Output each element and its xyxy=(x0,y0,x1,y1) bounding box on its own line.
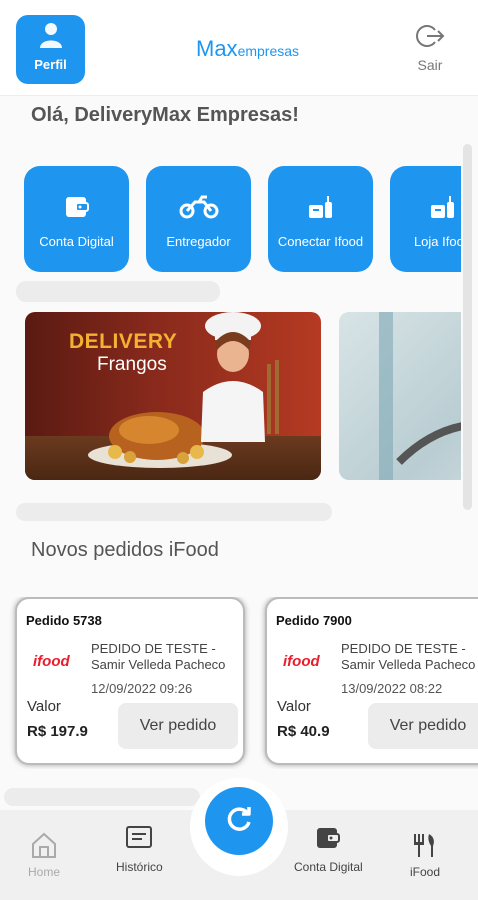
tap-icon xyxy=(379,312,461,480)
banner-carousel[interactable]: DELIVERY Frangos xyxy=(25,312,461,480)
nav-wallet[interactable]: Conta Digital xyxy=(294,825,363,874)
cutlery-icon xyxy=(411,832,439,861)
orders-section-title: Novos pedidos iFood xyxy=(31,539,219,561)
logout-label: Sair xyxy=(417,57,443,73)
banner-title: DELIVERY xyxy=(69,330,178,353)
refresh-button[interactable] xyxy=(205,787,273,855)
logout-icon xyxy=(415,22,445,55)
user-icon xyxy=(39,22,63,53)
order-card[interactable]: Pedido 5738 ifood PEDIDO DE TESTE - Sami… xyxy=(15,597,245,765)
order-amount: R$ 197.9 xyxy=(27,723,88,740)
wallet-icon xyxy=(64,190,90,224)
view-order-button[interactable]: Ver pedido xyxy=(118,703,238,749)
logo-main: Max xyxy=(196,36,238,61)
home-icon xyxy=(30,832,58,861)
nav-home-label: Home xyxy=(28,865,61,879)
quick-action-conta-digital[interactable]: Conta Digital xyxy=(24,166,129,272)
ifood-logo: ifood xyxy=(283,653,320,670)
order-customer-line1: PEDIDO DE TESTE - xyxy=(91,641,216,656)
order-customer-line2: Samir Velleda Pacheco xyxy=(341,657,476,672)
quick-action-label: Entregador xyxy=(166,233,231,249)
nav-home[interactable]: Home xyxy=(28,832,60,879)
placeholder-bar xyxy=(4,788,200,806)
profile-label: Perfil xyxy=(34,57,67,72)
order-customer: PEDIDO DE TESTE - Samir Velleda Pacheco xyxy=(91,641,225,673)
banner-secondary[interactable] xyxy=(339,312,461,480)
nav-ifood-label: iFood xyxy=(410,865,441,879)
banner-subtitle: Frangos xyxy=(97,354,167,375)
history-icon xyxy=(125,825,153,852)
app-logo: Max empresas xyxy=(196,36,299,62)
nav-history[interactable]: Histórico xyxy=(116,825,163,874)
order-customer: PEDIDO DE TESTE - Samir Velleda Pacheco xyxy=(341,641,475,673)
placeholder-bar xyxy=(16,503,332,521)
nav-history-label: Histórico xyxy=(116,860,163,874)
order-amount: R$ 40.9 xyxy=(277,723,330,740)
logo-sub: empresas xyxy=(237,43,300,59)
profile-button[interactable]: Perfil xyxy=(16,15,85,84)
ifood-logo: ifood xyxy=(33,653,70,670)
nav-wallet-label: Conta Digital xyxy=(294,860,363,874)
banner-delivery-frangos[interactable]: DELIVERY Frangos xyxy=(25,312,321,480)
scrollbar[interactable] xyxy=(463,144,472,510)
order-value-label: Valor xyxy=(27,698,61,715)
view-order-button[interactable]: Ver pedido xyxy=(368,703,478,749)
order-customer-line2: Samir Velleda Pacheco xyxy=(91,657,226,672)
nav-ifood[interactable]: iFood xyxy=(410,832,440,879)
orders-carousel[interactable]: Pedido 5738 ifood PEDIDO DE TESTE - Sami… xyxy=(9,597,478,769)
quick-action-loja-ifood[interactable]: Loja Ifood xyxy=(390,166,461,272)
quick-action-label: Conectar Ifood xyxy=(277,233,364,249)
order-date: 13/09/2022 08:22 xyxy=(341,681,443,696)
quick-action-label: Conta Digital xyxy=(39,233,114,249)
order-value-label: Valor xyxy=(277,698,311,715)
order-id: Pedido 5738 xyxy=(26,613,102,628)
quick-action-entregador[interactable]: Entregador xyxy=(146,166,251,272)
chef-icon xyxy=(201,312,279,442)
quick-actions: Conta Digital Entregador Conectar Ifood … xyxy=(24,166,461,272)
food-icon xyxy=(429,190,457,224)
order-date: 12/09/2022 09:26 xyxy=(91,681,193,696)
placeholder-bar xyxy=(16,281,220,302)
greeting-text: Olá, DeliveryMax Empresas! xyxy=(31,104,299,126)
order-id: Pedido 7900 xyxy=(276,613,352,628)
quick-action-conectar-ifood[interactable]: Conectar Ifood xyxy=(268,166,373,272)
refresh-icon xyxy=(222,802,256,841)
order-customer-line1: PEDIDO DE TESTE - xyxy=(341,641,466,656)
logout-button[interactable]: Sair xyxy=(410,22,450,73)
quick-action-label: Loja Ifood xyxy=(413,233,461,249)
food-icon xyxy=(307,190,335,224)
wallet-icon xyxy=(315,825,341,854)
order-card[interactable]: Pedido 7900 ifood PEDIDO DE TESTE - Sami… xyxy=(265,597,478,765)
motorcycle-icon xyxy=(179,190,219,224)
app-header: Perfil Max empresas Sair xyxy=(0,0,478,96)
